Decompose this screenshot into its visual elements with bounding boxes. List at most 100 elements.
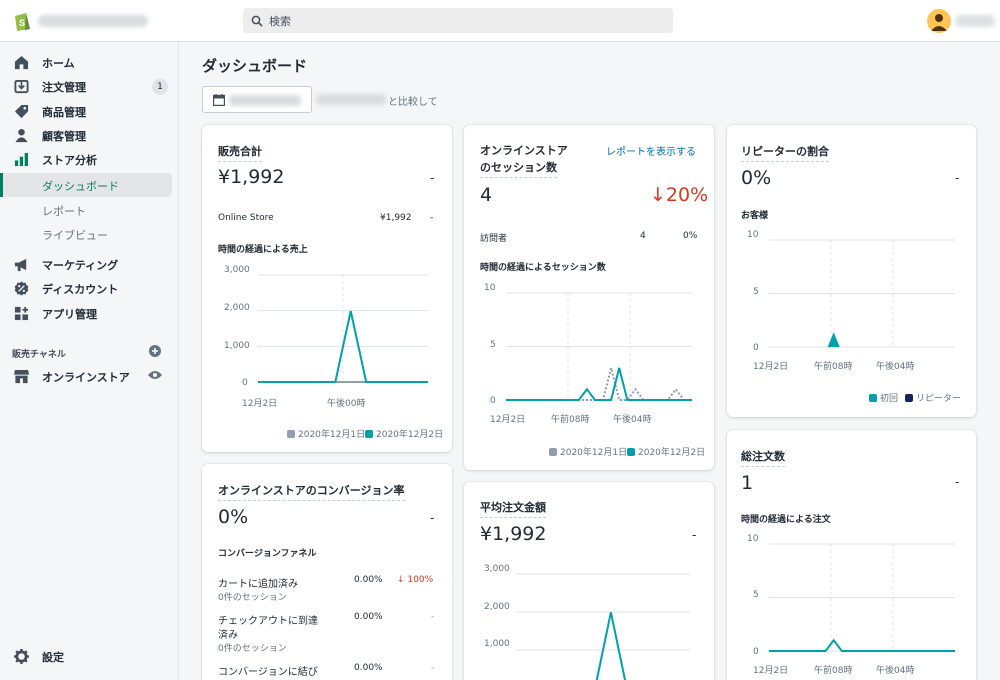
x-tick-label: 午前08時 [814, 666, 853, 676]
y-tick-label: 0 [753, 647, 759, 657]
y-tick-label: 1,000 [484, 639, 510, 649]
megaphone-icon [14, 258, 27, 272]
legend-item: 2020年12月1日 [549, 445, 627, 458]
orders-over-time-chart [769, 543, 955, 652]
sessions-over-time-chart [506, 292, 692, 401]
x-tick-label: 午後04時 [613, 415, 652, 425]
sidebar-item-label: 注文管理 [42, 81, 86, 94]
card-title[interactable]: リピーターの割合 [741, 143, 829, 162]
series-line-1 [506, 367, 692, 401]
sessions-total: 4 [480, 184, 493, 206]
date-range-button[interactable] [202, 86, 312, 113]
eye-icon[interactable] [148, 370, 162, 380]
sidebar-item-label: オンラインストア [42, 371, 130, 384]
sidebar-item-label: 設定 [42, 651, 64, 664]
view-report-link[interactable]: レポートを表示する [606, 143, 696, 158]
change-value: - [692, 528, 697, 542]
legend-item: 2020年12月2日 [365, 427, 443, 440]
x-tick-label: 12月2日 [490, 415, 526, 425]
person-icon [15, 128, 28, 143]
average-order-value-card: 平均注文金額 ¥1,992 - 3,000 2,000 1,000 [464, 482, 714, 680]
card-title[interactable]: 販売合計 [218, 143, 262, 162]
aov-over-time-chart [516, 573, 690, 680]
sidebar-item-label: ディスカウント [42, 283, 119, 296]
apps-icon [14, 306, 29, 321]
y-tick-label: 2,000 [484, 602, 510, 612]
card-title[interactable]: 総注文数 [741, 448, 785, 467]
search-input[interactable]: 検索 [243, 8, 673, 33]
x-tick-label: 12月2日 [753, 362, 789, 372]
sidebar-item-home[interactable]: ホーム [0, 52, 179, 74]
calendar-icon [213, 94, 225, 106]
conversion-rate-card: オンラインストアのコンバージョン率 0% - コンバージョンファネル カートに追… [202, 464, 452, 680]
sidebar-subitem-reports[interactable]: レポート [42, 203, 86, 219]
sidebar-item-discounts[interactable]: ディスカウント [0, 278, 179, 300]
row-label: 訪問者 [480, 234, 508, 244]
orders-count-badge: 1 [152, 79, 168, 95]
card-title[interactable]: オンラインストアのコンバージョン率 [218, 482, 405, 501]
x-tick-label: 午前08時 [814, 362, 853, 372]
legend-item: 2020年12月2日 [627, 445, 705, 458]
compare-date[interactable] [316, 94, 386, 105]
series-line-0 [595, 612, 627, 680]
legend-item: リピーター [905, 391, 961, 404]
sidebar-item-orders[interactable]: 注文管理 1 [0, 76, 179, 98]
funnel-row-label: コンバージョンに結び [218, 667, 318, 678]
sidebar-item-apps[interactable]: アプリ管理 [0, 303, 179, 325]
funnel-row-value: 0.00% [354, 575, 383, 585]
gear-icon [14, 649, 29, 664]
x-tick-label: 午後04時 [876, 362, 915, 372]
sales-card: 販売合計 ¥1,992 - Online Store ¥1,992 - 時間の経… [202, 125, 452, 452]
y-tick-label: 5 [753, 287, 759, 297]
sidebar-item-products[interactable]: 商品管理 [0, 101, 179, 123]
orders-icon [14, 79, 29, 94]
add-channel-icon[interactable] [149, 345, 161, 357]
series-line-0 [506, 367, 692, 401]
y-tick-label: 0 [242, 378, 248, 388]
sales-total: ¥1,992 [218, 166, 285, 188]
sidebar-item-customers[interactable]: 顧客管理 [0, 125, 179, 147]
funnel-row-label: チェックアウトに到達 [218, 616, 318, 627]
sidebar-item-label: 商品管理 [42, 106, 86, 119]
change-value: ↓20% [650, 184, 709, 206]
data-point [827, 332, 840, 347]
y-tick-label: 0 [753, 343, 759, 353]
card-title[interactable]: オンラインストア [480, 142, 568, 160]
series-line-0 [769, 638, 955, 652]
sidebar-item-analytics[interactable]: ストア分析 [0, 149, 179, 171]
home-icon [14, 55, 29, 70]
x-tick-label: 12月2日 [753, 666, 789, 676]
x-tick-label: 午後00時 [327, 399, 366, 409]
funnel-row-value: 0.00% [354, 663, 383, 673]
y-tick-label: 0 [490, 396, 496, 406]
sidebar-item-label: 顧客管理 [42, 130, 86, 143]
store-name[interactable] [38, 15, 148, 27]
svg-text:S: S [19, 18, 25, 28]
returning-customer-card: リピーターの割合 0% - お客様 10 5 0 12月2日 午前08時 午後0… [727, 125, 976, 417]
y-tick-label: 10 [747, 230, 759, 240]
sidebar-item-settings[interactable]: 設定 [0, 646, 179, 668]
funnel-title: コンバージョンファネル [218, 549, 317, 559]
sidebar-item-marketing[interactable]: マーケティング [0, 254, 179, 276]
x-tick-label: 午前08時 [551, 415, 590, 425]
orders-total: 1 [741, 472, 754, 494]
row-label: Online Store [218, 213, 274, 223]
chart-title: 時間の経過によるセッション数 [480, 263, 606, 273]
card-title-line2[interactable]: のセッション数 [480, 159, 557, 178]
y-tick-label: 5 [753, 590, 759, 600]
discount-icon [14, 281, 29, 296]
funnel-row-value: 0.00% [354, 612, 383, 622]
average-order-value: ¥1,992 [480, 523, 547, 545]
sidebar-subitem-live-view[interactable]: ライブビュー [42, 227, 108, 243]
change-value: - [955, 171, 960, 185]
user-name[interactable] [955, 15, 995, 27]
y-tick-label: 3,000 [224, 265, 250, 275]
shopify-logo-icon[interactable]: S [11, 10, 33, 32]
sidebar-item-label: ホーム [42, 57, 75, 70]
search-placeholder: 検索 [269, 14, 291, 28]
card-title[interactable]: 平均注文金額 [480, 499, 546, 518]
sidebar-subitem-label: ダッシュボード [42, 180, 119, 193]
y-tick-label: 3,000 [484, 564, 510, 574]
change-value: - [955, 475, 960, 489]
avatar[interactable] [927, 9, 951, 33]
